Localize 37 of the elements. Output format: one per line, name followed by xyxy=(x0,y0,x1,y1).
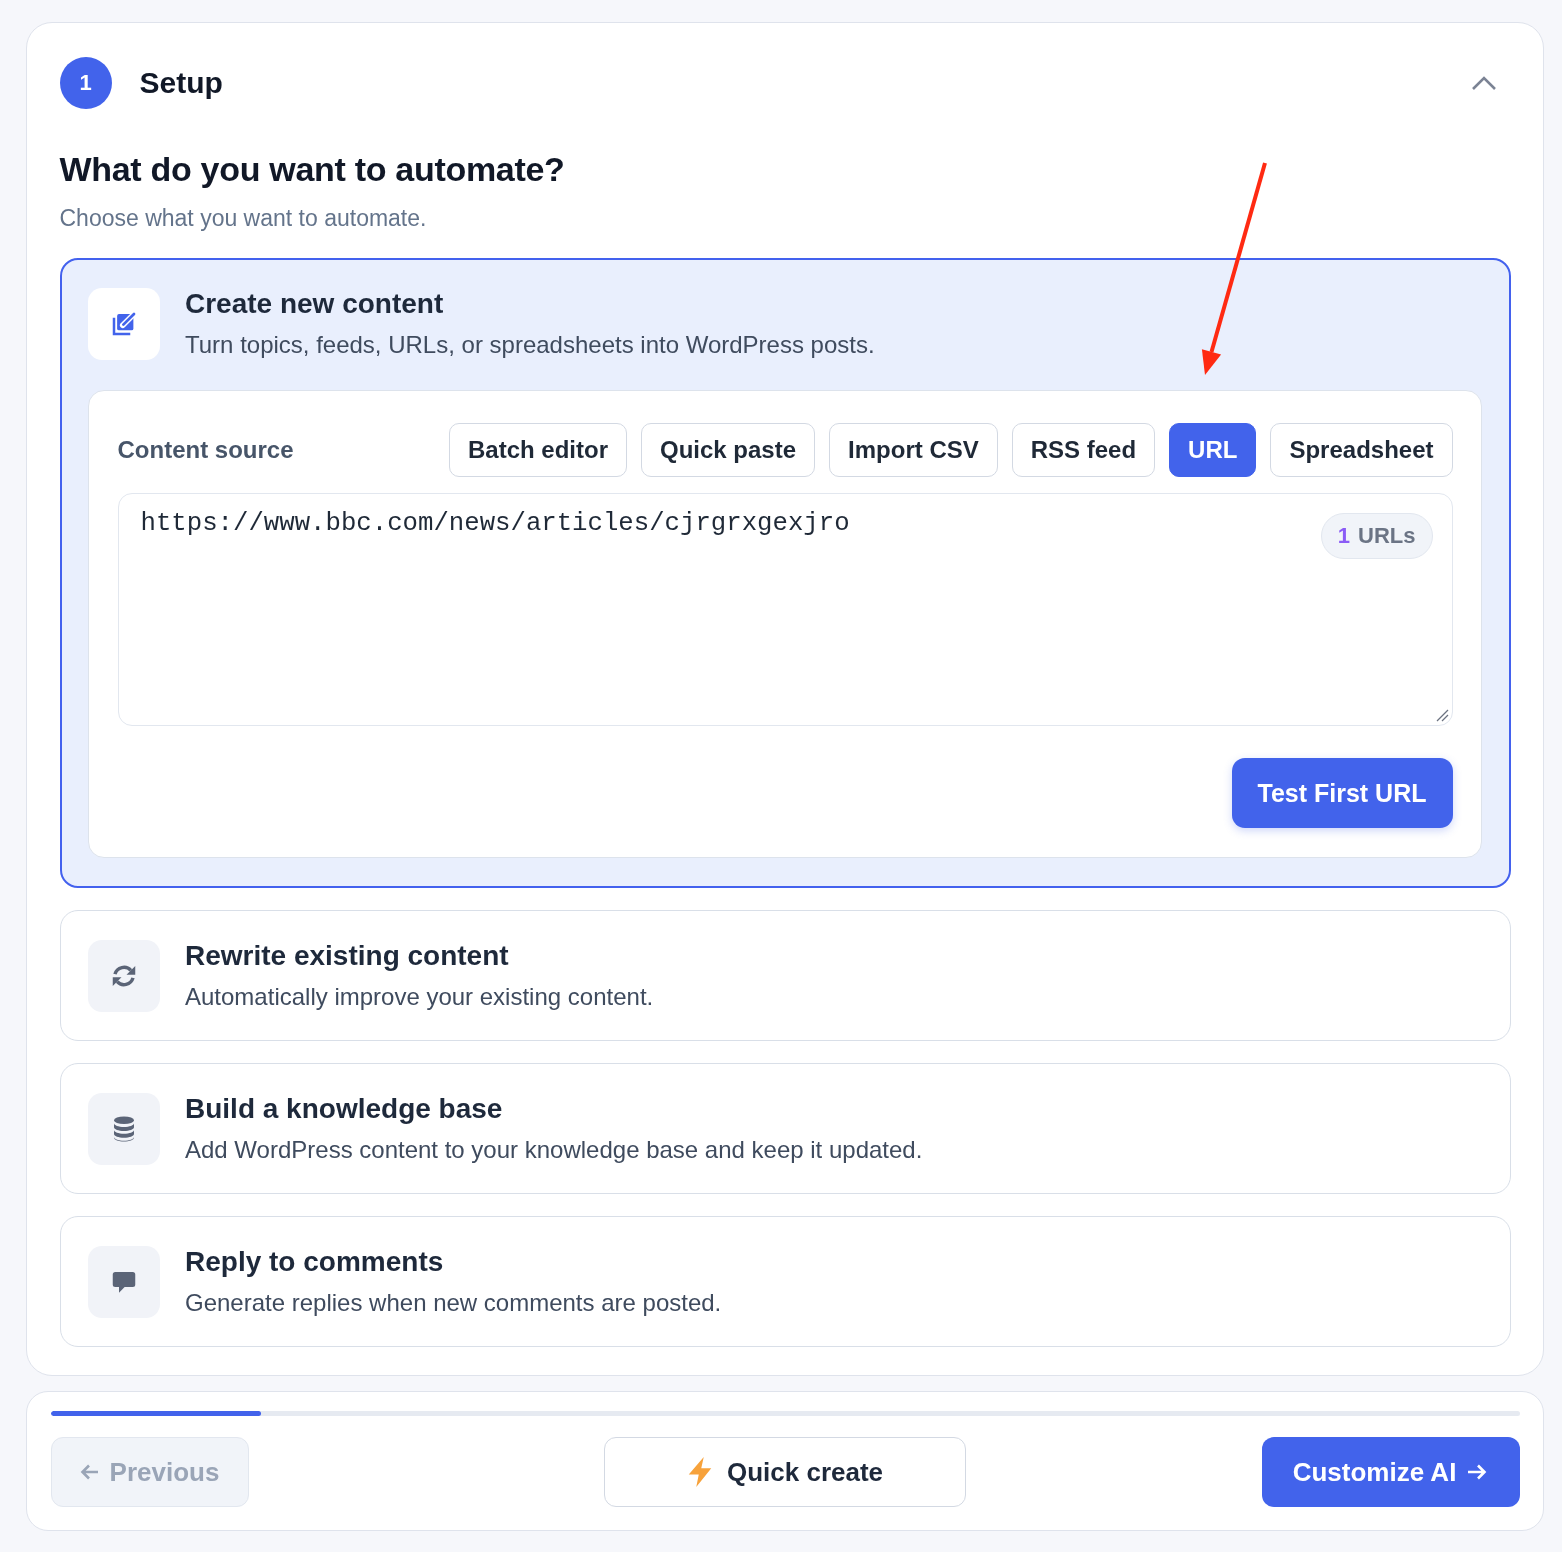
option-title: Create new content xyxy=(185,287,445,321)
database-icon xyxy=(88,1092,160,1165)
page-heading: What do you want to automate? xyxy=(59,149,566,189)
quick-create-button[interactable]: Quick create xyxy=(604,1437,966,1507)
url-input-field[interactable]: https://www.bbc.com/news/articles/cjrgrxgexjro 1 URLs xyxy=(117,493,1453,726)
option-description: Turn topics, feeds, URLs, or spreadsheets into WordPress posts. xyxy=(185,330,875,360)
source-tab[interactable]: URL xyxy=(1169,423,1257,477)
option-description: Generate replies when new comments are posted. xyxy=(185,1287,722,1318)
chat-bubble-icon xyxy=(88,1245,160,1318)
source-tab[interactable]: Batch editor xyxy=(448,423,627,477)
content-source-label: Content source xyxy=(117,436,294,464)
customize-ai-button[interactable]: Customize AI xyxy=(1261,1437,1520,1507)
step-number: 1 xyxy=(59,57,112,109)
option-card[interactable]: Build a knowledge base Add WordPress content to your knowledge base and keep it updated. xyxy=(59,1063,1511,1194)
option-description: Add WordPress content to your knowledge base and keep it updated. xyxy=(185,1134,923,1165)
test-url-button[interactable]: Test First URL xyxy=(1231,758,1453,828)
arrow-left-icon xyxy=(79,1462,100,1482)
pen-square-icon xyxy=(88,288,160,360)
arrow-right-icon xyxy=(1466,1462,1489,1482)
sync-icon xyxy=(88,939,160,1012)
option-card[interactable] xyxy=(59,258,1511,888)
resize-handle-icon[interactable] xyxy=(1435,709,1449,722)
option-title: Reply to comments xyxy=(185,1244,445,1279)
option-card[interactable]: Reply to comments Generate replies when new comments are posted. xyxy=(59,1216,1511,1347)
source-tab[interactable]: Quick paste xyxy=(641,423,816,477)
option-card[interactable]: Rewrite existing content Automatically improve your existing content. xyxy=(59,910,1511,1041)
page-subtitle: Choose what you want to automate. xyxy=(59,204,428,233)
lightning-icon xyxy=(686,1457,713,1487)
option-description: Automatically improve your existing content. xyxy=(185,981,654,1012)
source-tab[interactable]: Import CSV xyxy=(829,423,998,477)
chevron-up-icon[interactable] xyxy=(1470,75,1497,91)
source-tab[interactable]: RSS feed xyxy=(1011,423,1156,477)
section-title: Setup xyxy=(139,66,223,100)
option-title: Build a knowledge base xyxy=(185,1091,504,1126)
source-tab[interactable]: Spreadsheet xyxy=(1270,423,1453,477)
url-count-badge: 1 URLs xyxy=(1320,513,1433,559)
option-title: Rewrite existing content xyxy=(185,938,510,973)
